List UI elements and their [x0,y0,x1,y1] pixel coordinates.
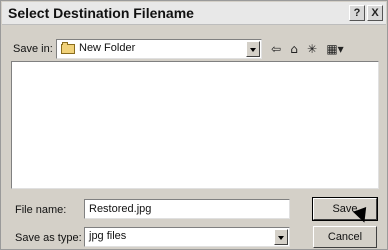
chevron-down-icon[interactable] [246,41,260,57]
save-as-type-label: Save as type: [15,232,82,244]
view-menu-icon[interactable]: ▦▾ [322,41,348,57]
folder-up-icon[interactable]: ⌂ [286,41,302,57]
save-in-dropdown[interactable]: New Folder [56,39,262,59]
save-as-type-value: jpg files [89,230,127,242]
file-list[interactable] [11,61,379,189]
cancel-button[interactable]: Cancel [313,226,377,248]
title-bar: Select Destination Filename ? X [2,2,386,25]
new-folder-icon[interactable]: ✳ [304,41,320,57]
save-in-value: New Folder [79,42,136,54]
file-name-input[interactable] [84,199,290,219]
dialog-title: Select Destination Filename [8,5,194,21]
arrow-left-icon[interactable]: ⇦ [268,41,284,57]
help-button[interactable]: ? [349,5,365,21]
save-in-label: Save in: [13,43,53,55]
save-dialog: Select Destination Filename ? X Save in:… [0,0,388,250]
save-as-type-dropdown[interactable]: jpg files [84,227,290,247]
file-name-label: File name: [15,204,67,216]
chevron-down-icon[interactable] [274,229,288,245]
folder-icon [61,42,75,54]
close-button[interactable]: X [367,5,383,21]
